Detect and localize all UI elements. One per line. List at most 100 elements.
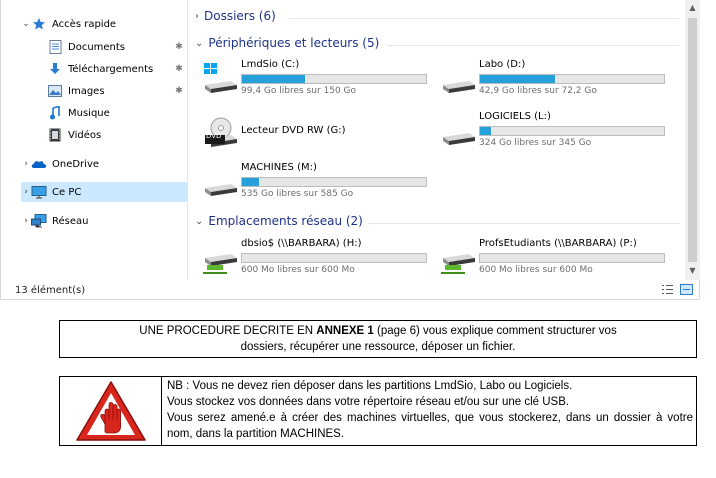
hard-drive-icon: [203, 166, 239, 198]
drive-free-space: 600 Mo libres sur 600 Mo: [241, 265, 355, 275]
drive-usage-bar: [241, 253, 427, 263]
nav-this-pc[interactable]: › Ce PC: [21, 182, 187, 202]
drive-usage-fill: [242, 178, 259, 186]
computer-icon: [31, 185, 47, 199]
nb-line: Vous serez amené.e à créer des machines …: [167, 412, 693, 440]
documents-icon: [47, 40, 63, 54]
nb-line: NB : Vous ne devez rien déposer dans les…: [167, 380, 573, 392]
nav-label: Ce PC: [52, 186, 82, 198]
nb-line: Vous stockez vos données dans votre répe…: [167, 396, 570, 408]
chevron-down-icon[interactable]: ⌄: [195, 216, 203, 227]
network-drive-icon: [203, 242, 239, 274]
warning-text: NB : Vous ne devez rien déposer dans les…: [167, 378, 693, 442]
drive-name: LOGICIELS (L:): [479, 111, 551, 122]
nav-item-images[interactable]: Images ✱: [47, 81, 185, 101]
windows-drive-icon: [203, 63, 239, 95]
nav-onedrive[interactable]: › OneDrive: [21, 154, 187, 174]
vertical-scrollbar[interactable]: ▲ ▼: [685, 0, 700, 280]
warning-note: NB : Vous ne devez rien déposer dans les…: [59, 376, 697, 446]
hard-drive-icon: [441, 115, 477, 147]
nav-item-documents[interactable]: Documents ✱: [47, 37, 185, 57]
stop-hand-warning-icon: [76, 381, 146, 441]
chevron-down-icon[interactable]: ⌄: [195, 38, 203, 49]
chevron-right-icon[interactable]: ›: [21, 159, 31, 169]
drive-name: dbsio$ (\\BARBARA) (H:): [241, 238, 362, 249]
network-drive-p[interactable]: ProfsEtudiants (\\BARBARA) (P:) 600 Mo l…: [441, 238, 701, 278]
group-title: Emplacements réseau (2): [208, 214, 363, 228]
group-title: Dossiers (6): [204, 9, 276, 23]
procedure-text: UNE PROCEDURE DECRITE EN: [139, 325, 317, 337]
nav-label: Documents: [68, 41, 126, 53]
dvd-badge: DVD: [206, 132, 222, 140]
nav-quick-access[interactable]: ⌄ Accès rapide: [21, 14, 187, 34]
nav-network[interactable]: › Réseau: [21, 211, 187, 231]
procedure-note: UNE PROCEDURE DECRITE EN ANNEXE 1 (page …: [59, 320, 697, 358]
chevron-right-icon[interactable]: ›: [21, 216, 31, 226]
videos-icon: [47, 128, 63, 142]
nav-label: Vidéos: [68, 129, 102, 141]
network-drive-icon: [441, 242, 477, 274]
scroll-up-icon[interactable]: ▲: [685, 3, 700, 12]
nav-label: Accès rapide: [52, 18, 117, 30]
pin-icon[interactable]: ✱: [173, 64, 185, 74]
drive-usage-bar: [241, 74, 427, 84]
warning-icon-cell: [60, 377, 162, 445]
drive-usage-bar: [479, 74, 665, 84]
procedure-line-2: dossiers, récupérer une ressource, dépos…: [240, 341, 516, 353]
pin-icon[interactable]: ✱: [173, 42, 185, 52]
nav-label: Images: [68, 85, 105, 97]
item-count: 13 élément(s): [15, 284, 86, 296]
large-icons-view-icon[interactable]: [680, 284, 693, 295]
drive-l[interactable]: LOGICIELS (L:) 324 Go libres sur 345 Go: [441, 111, 701, 151]
procedure-text: (page 6) vous explique comment structure…: [373, 325, 617, 337]
drive-name: MACHINES (M:): [241, 162, 317, 173]
drive-free-space: 99,4 Go libres sur 150 Go: [241, 86, 357, 96]
nav-label: Réseau: [52, 215, 89, 227]
drive-usage-fill: [480, 127, 492, 135]
status-bar: 13 élément(s): [1, 280, 699, 300]
procedure-line-1: UNE PROCEDURE DECRITE EN ANNEXE 1 (page …: [60, 323, 696, 339]
group-divider: [369, 223, 679, 224]
scroll-thumb[interactable]: [688, 18, 697, 262]
drive-usage-bar: [479, 253, 665, 263]
details-view-icon[interactable]: [661, 284, 674, 295]
annex-reference: ANNEXE 1: [316, 325, 374, 337]
drive-g[interactable]: DVD Lecteur DVD RW (G:): [203, 113, 463, 153]
drive-usage-bar: [241, 177, 427, 187]
drive-m[interactable]: MACHINES (M:) 535 Go libres sur 585 Go: [203, 162, 463, 202]
scroll-down-icon[interactable]: ▼: [685, 266, 700, 275]
nav-item-music[interactable]: Musique: [47, 103, 185, 123]
drive-d[interactable]: Labo (D:) 42,9 Go libres sur 72,2 Go: [441, 59, 701, 99]
hard-drive-icon: [441, 63, 477, 95]
group-divider: [387, 45, 679, 46]
nav-label: Musique: [68, 107, 110, 119]
chevron-down-icon[interactable]: ⌄: [21, 19, 31, 29]
chevron-right-icon[interactable]: ›: [195, 11, 199, 22]
drive-name: Lecteur DVD RW (G:): [241, 125, 346, 136]
nav-item-downloads[interactable]: Téléchargements ✱: [47, 59, 185, 79]
images-icon: [47, 84, 63, 98]
drive-free-space: 535 Go libres sur 585 Go: [241, 189, 354, 199]
music-icon: [47, 106, 63, 120]
group-header-devices[interactable]: ⌄ Périphériques et lecteurs (5): [195, 36, 379, 50]
chevron-right-icon[interactable]: ›: [21, 187, 31, 197]
pin-icon[interactable]: ✱: [173, 86, 185, 96]
drive-usage-bar: [479, 126, 665, 136]
drive-name: ProfsEtudiants (\\BARBARA) (P:): [479, 238, 637, 249]
nav-label: OneDrive: [52, 158, 100, 170]
group-header-folders[interactable]: › Dossiers (6): [195, 9, 276, 23]
nav-label: Téléchargements: [68, 63, 154, 75]
file-explorer-window: ⌄ Accès rapide Documents ✱ Téléchargemen…: [0, 0, 700, 300]
drive-free-space: 600 Mo libres sur 600 Mo: [479, 265, 593, 275]
navigation-pane: ⌄ Accès rapide Documents ✱ Téléchargemen…: [1, 0, 188, 280]
nav-item-videos[interactable]: Vidéos: [47, 125, 185, 145]
network-drive-h[interactable]: dbsio$ (\\BARBARA) (H:) 600 Mo libres su…: [203, 238, 463, 278]
drive-free-space: 324 Go libres sur 345 Go: [479, 138, 592, 148]
downloads-icon: [47, 62, 63, 76]
drive-free-space: 42,9 Go libres sur 72,2 Go: [479, 86, 597, 96]
drive-c[interactable]: LmdSio (C:) 99,4 Go libres sur 150 Go: [203, 59, 463, 99]
star-icon: [31, 17, 47, 31]
dvd-drive-icon: DVD: [203, 117, 239, 149]
cloud-icon: [31, 157, 47, 171]
group-header-network[interactable]: ⌄ Emplacements réseau (2): [195, 214, 363, 228]
